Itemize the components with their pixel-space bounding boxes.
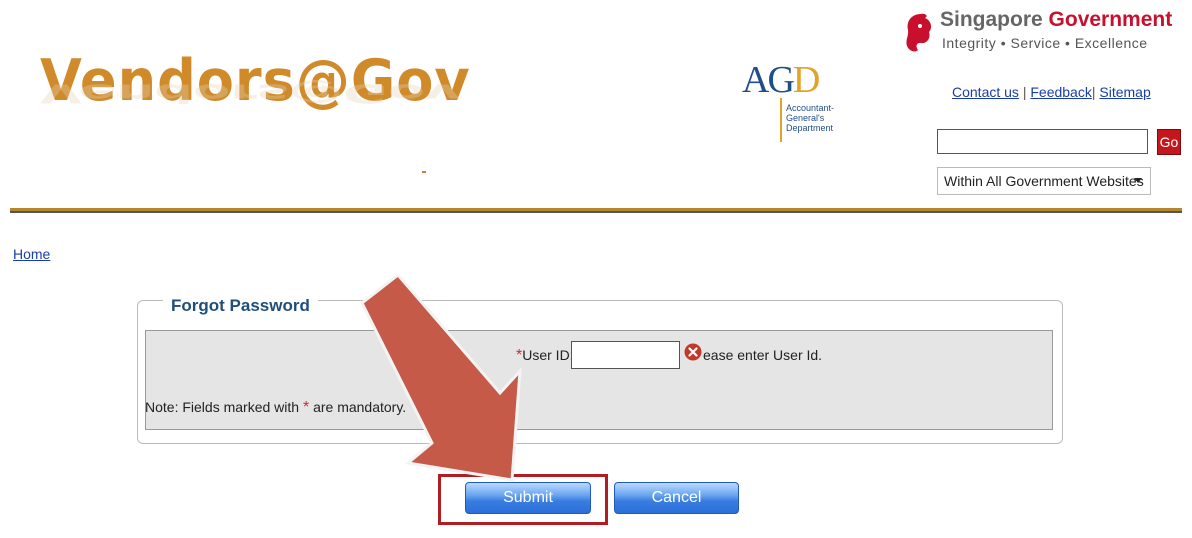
top-links: Contact us | Feedback| Sitemap xyxy=(952,84,1151,100)
error-icon xyxy=(684,343,702,361)
userid-error-message: ease enter User Id. xyxy=(703,347,823,363)
agd-text: Accountant- General's Department xyxy=(786,103,835,133)
pointer-arrow-icon xyxy=(360,275,522,482)
site-search-input[interactable] xyxy=(937,129,1148,154)
userid-input[interactable] xyxy=(571,341,680,369)
chevron-down-icon xyxy=(1134,178,1142,183)
breadcrumb-home-link[interactable]: Home xyxy=(13,246,50,262)
agd-divider xyxy=(780,98,782,142)
search-go-button[interactable]: Go xyxy=(1157,129,1181,155)
header-rule-grey xyxy=(10,211,1182,213)
agd-mark: AGD xyxy=(742,59,820,101)
sitemap-link[interactable]: Sitemap xyxy=(1099,84,1150,100)
logo-dash xyxy=(422,171,426,173)
singapore-government-title: Singapore Government xyxy=(940,8,1173,31)
search-scope-select[interactable]: Within All Government Websites xyxy=(937,167,1151,195)
vendors-gov-logo-reflection: Vendors@Gov xyxy=(40,78,461,108)
feedback-link[interactable]: Feedback xyxy=(1030,84,1091,100)
panel-title: Forgot Password xyxy=(163,296,318,316)
agd-logo: AGD xyxy=(742,58,820,102)
sg-tagline: Integrity • Service • Excellence xyxy=(942,35,1148,51)
contact-us-link[interactable]: Contact us xyxy=(952,84,1019,100)
cancel-button[interactable]: Cancel xyxy=(614,482,739,514)
lion-head-icon xyxy=(906,13,932,52)
